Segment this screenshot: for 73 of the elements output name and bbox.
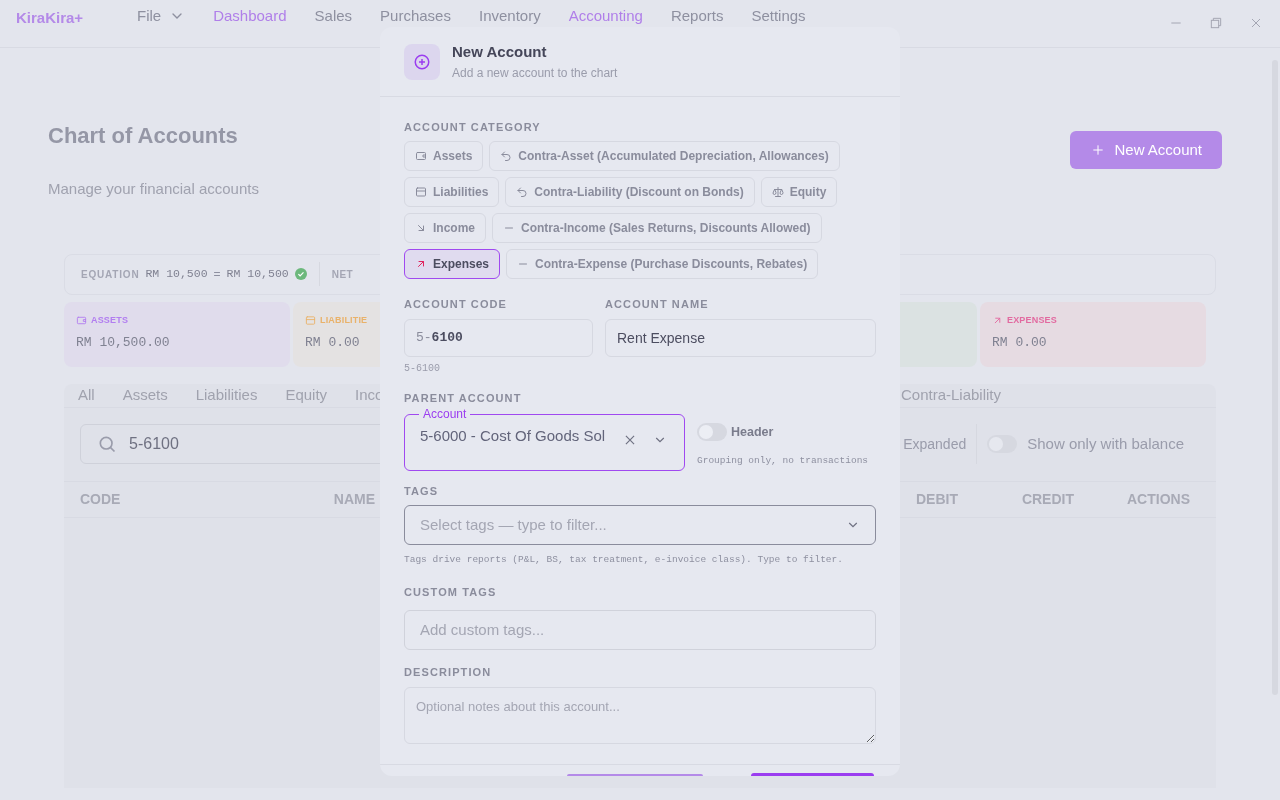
account-code-field[interactable]: 5-6100: [404, 319, 593, 357]
field-label: DESCRIPTION: [404, 664, 493, 680]
tags-hint: Tags drive reports (P&L, BS, tax treatment, e-invoice class). Type to filter.: [404, 553, 844, 567]
filter-tab[interactable]: Contra-Liability: [900, 383, 1001, 407]
toggle-hint: Grouping only, no transactions: [697, 454, 869, 469]
filter-tab[interactable]: Assets: [122, 383, 168, 407]
equation-amount: RM 10,500: [226, 266, 289, 283]
tags-select[interactable]: Select tags — type to filter...: [404, 505, 876, 545]
custom-tags-field[interactable]: Add custom tags...: [404, 609, 876, 650]
menu-item[interactable]: Reports: [670, 7, 724, 25]
menu-item[interactable]: Settings: [751, 7, 806, 25]
category-chip[interactable]: Contra-Expense (Purchase Discounts, Rebates): [506, 248, 819, 279]
menu-item[interactable]: File: [137, 7, 186, 25]
equals-sign: =: [213, 266, 221, 283]
field-label: CUSTOM TAGS: [404, 585, 498, 601]
dialog-subtitle: Add a new account to the chart: [452, 64, 618, 82]
field-label: ACCOUNT CODE: [404, 296, 509, 312]
toggle-label: Show only with balance: [1027, 433, 1184, 454]
code-prefix: 5-: [416, 329, 432, 348]
search-icon: [97, 434, 117, 454]
filter-tab[interactable]: Liabilities: [195, 383, 258, 407]
create-button[interactable]: [751, 773, 874, 776]
filter-tab[interactable]: Equity: [285, 383, 328, 407]
net-label: NET: [331, 267, 354, 282]
card-amount: RM 0.00: [992, 334, 1047, 352]
toggle-label: Expanded: [903, 434, 967, 454]
card-label: LIABILITIE: [320, 313, 368, 327]
equation-amount: RM 10,500: [145, 266, 208, 283]
menu-item[interactable]: Inventory: [478, 7, 541, 25]
description-field[interactable]: Optional notes about this account...: [404, 687, 876, 745]
undo-arrow-icon: [500, 149, 513, 162]
category-chip[interactable]: Equity: [760, 176, 838, 207]
menu-item[interactable]: Sales: [314, 7, 353, 25]
plus-circle-icon: [413, 52, 431, 71]
toggle-label: Header: [731, 423, 774, 441]
field-label: PARENT ACCOUNT: [404, 391, 523, 406]
filter-tab[interactable]: All: [78, 383, 95, 407]
category-chip[interactable]: Contra-Liability (Discount on Bonds): [505, 176, 755, 207]
card-icon: [305, 314, 316, 326]
wallet-icon: [415, 149, 427, 162]
menu-item[interactable]: Accounting: [568, 7, 643, 25]
code-hint: 5-6100: [404, 362, 441, 376]
card-amount: RM 0.00: [305, 334, 360, 352]
code-value: 6100: [431, 329, 463, 348]
category-chip[interactable]: Assets: [404, 140, 484, 171]
category-chip[interactable]: Contra-Asset (Accumulated Depreciation, Allowances): [489, 140, 840, 171]
category-chip[interactable]: Contra-Income (Sales Returns, Discounts Allowed): [492, 212, 822, 243]
app-logo: KiraKira+: [16, 8, 85, 28]
account-name-field[interactable]: Rent Expense: [605, 319, 876, 357]
page-title: Chart of Accounts: [48, 122, 239, 150]
floating-label: Account: [419, 406, 471, 421]
menu-item[interactable]: Dashboard: [213, 7, 287, 25]
tags-placeholder: Select tags — type to filter...: [420, 514, 607, 535]
field-label: ACCOUNT CATEGORY: [404, 120, 542, 135]
dialog-title: New Account: [452, 42, 548, 63]
search-value: 5-6100: [129, 434, 179, 454]
category-chip[interactable]: Expenses: [404, 248, 501, 279]
card-label: ASSETS: [91, 313, 129, 327]
page-subtitle: Manage your financial accounts: [48, 179, 259, 199]
restore-icon[interactable]: [1208, 15, 1224, 31]
undo-arrow-icon: [516, 185, 529, 198]
wallet-icon: [76, 314, 87, 326]
card-icon: [415, 185, 427, 198]
scale-icon: [771, 185, 784, 198]
category-chip[interactable]: Liabilities: [404, 176, 500, 207]
menu-item[interactable]: Purchases: [380, 7, 451, 25]
equation-label: EQUATION: [81, 267, 140, 282]
field-label: ACCOUNT NAME: [605, 296, 710, 312]
category-chip[interactable]: Income: [404, 212, 486, 243]
card-amount: RM 10,500.00: [76, 334, 170, 352]
new-account-button[interactable]: New Account: [1070, 131, 1222, 169]
field-label: TAGS: [404, 483, 440, 499]
card-label: EXPENSES: [1007, 313, 1057, 327]
